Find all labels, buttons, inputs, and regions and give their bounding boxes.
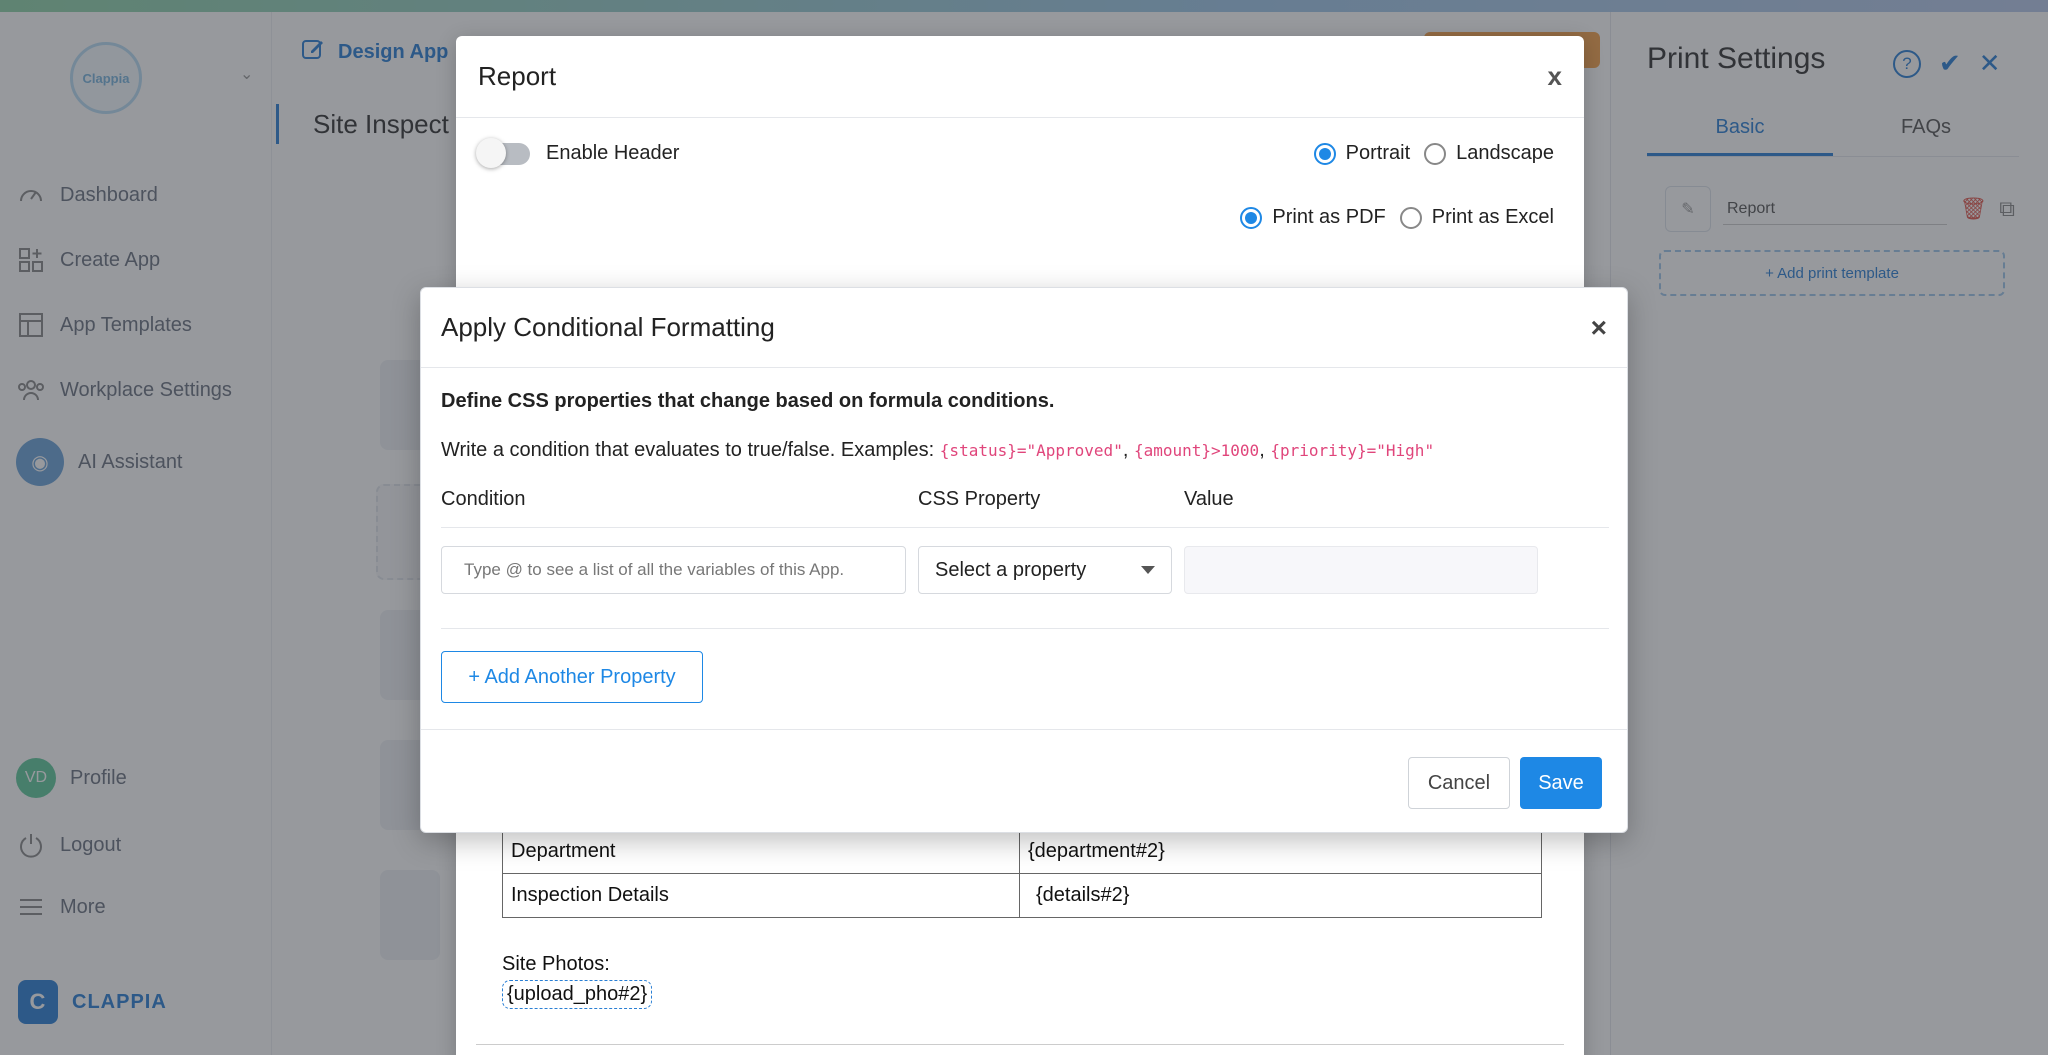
upload-variable-tag[interactable]: {upload_pho#2} [502,980,653,1009]
radio-print-excel[interactable]: Print as Excel [1399,206,1554,229]
cf-example-code: {priority}="High" [1270,441,1435,460]
column-header-css-property: CSS Property [918,488,1041,510]
print-format-radio-group: Print as PDF Print as Excel [1240,206,1554,229]
radio-button[interactable] [1424,142,1447,165]
radio-label: Print as PDF [1272,206,1386,228]
cf-example-code: {amount}>1000 [1133,441,1260,460]
cf-modal-header: Apply Conditional Formatting × [421,288,1627,368]
table-cell-value[interactable]: {department#2} [1019,829,1542,874]
separator: , [1259,439,1265,461]
cf-rule-row: Select a property [441,546,1609,629]
report-modal-title: Report [478,61,557,91]
radio-portrait[interactable]: Portrait [1313,142,1411,165]
cf-modal-body: Define CSS properties that change based … [441,368,1609,703]
separator: , [1122,439,1129,461]
enable-header-toggle[interactable] [476,137,530,168]
table-cell-value[interactable]: {details#2} [1019,873,1542,918]
radio-button[interactable] [1313,142,1336,165]
close-icon[interactable]: × [1591,312,1607,344]
add-another-property-button[interactable]: + Add Another Property [441,651,703,703]
report-template-table[interactable]: Department {department#2} Inspection Det… [502,829,1542,918]
value-input[interactable] [1184,546,1538,594]
enable-header-row: Enable Header [476,137,680,168]
cf-modal-footer: Cancel Save [421,729,1627,833]
css-property-select-label: Select a property [935,558,1087,581]
cf-column-headers: Condition CSS Property Value [441,488,1609,528]
radio-label: Landscape [1456,142,1554,164]
close-icon[interactable]: x [1548,61,1562,92]
conditional-formatting-modal: Apply Conditional Formatting × Define CS… [420,287,1628,833]
cf-modal-title: Apply Conditional Formatting [441,312,775,342]
table-row: Department {department#2} [502,829,1542,874]
report-modal-header: Report x [456,36,1584,118]
toggle-knob [476,137,506,168]
site-photos-label: Site Photos: [502,953,610,975]
table-cell-label[interactable]: Department [502,829,1020,874]
radio-label: Print as Excel [1431,206,1554,228]
table-cell-label[interactable]: Inspection Details [502,873,1020,918]
cf-hint: Write a condition that evaluates to true… [441,439,1609,462]
cancel-button[interactable]: Cancel [1408,757,1510,809]
css-property-select[interactable]: Select a property [918,546,1172,594]
chevron-down-icon [1141,566,1155,574]
radio-landscape[interactable]: Landscape [1424,142,1554,165]
condition-input[interactable] [441,546,906,594]
orientation-radio-group: Portrait Landscape [1313,142,1554,165]
column-header-value: Value [1184,488,1234,510]
enable-header-label: Enable Header [546,142,680,164]
cf-description: Define CSS properties that change based … [441,390,1055,412]
save-button[interactable]: Save [1520,757,1602,809]
radio-label: Portrait [1345,142,1411,164]
divider [476,1044,1564,1045]
cf-example-code: {status}="Approved" [939,441,1123,460]
table-row: Inspection Details {details#2} [502,873,1542,918]
radio-button[interactable] [1240,206,1263,229]
radio-button[interactable] [1399,206,1422,229]
cf-hint-text: Write a condition that evaluates to true… [441,439,935,461]
column-header-condition: Condition [441,488,526,510]
radio-print-pdf[interactable]: Print as PDF [1240,206,1386,229]
